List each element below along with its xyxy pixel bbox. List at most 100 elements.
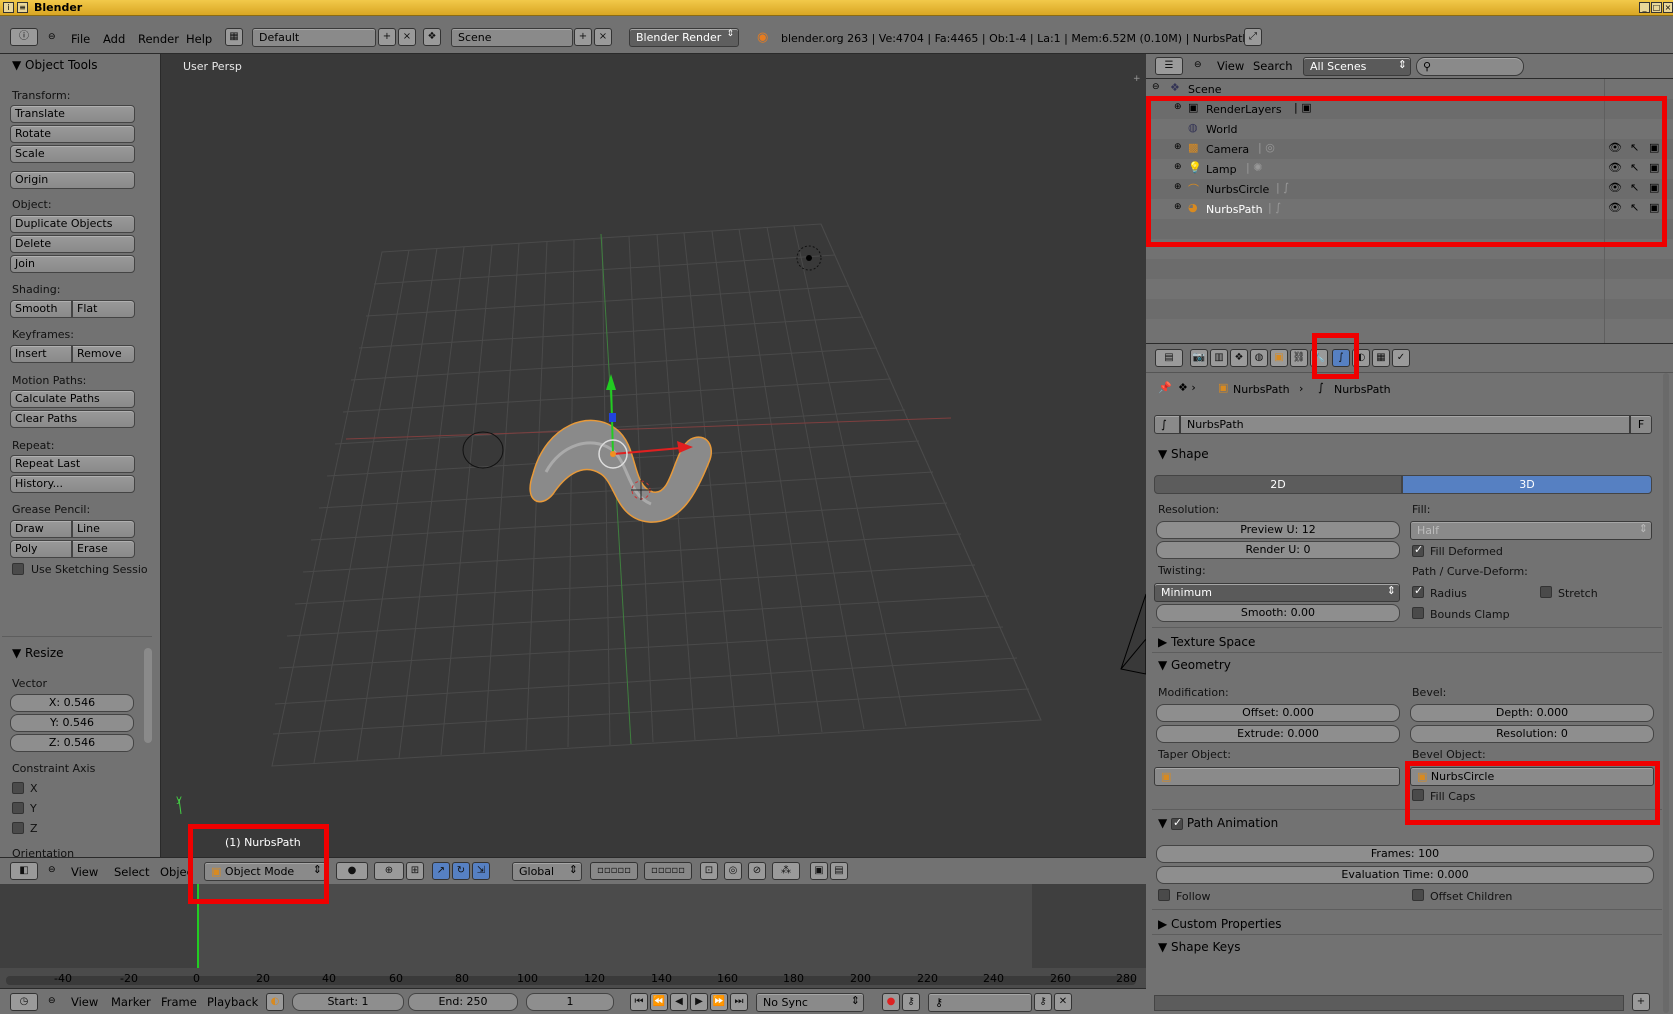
sync-mode-dropdown[interactable]: No Sync ⇕ (756, 993, 864, 1012)
add-screen-icon[interactable]: + (378, 28, 396, 46)
tab-object-icon[interactable]: ▣ (1270, 349, 1288, 367)
maximize-icon[interactable]: □ (1651, 2, 1662, 13)
tab-physics-icon[interactable]: ✓ (1392, 349, 1410, 367)
minimize-icon[interactable]: _ (1639, 2, 1650, 13)
editor-type-properties-icon[interactable]: ▤ (1155, 349, 1183, 367)
lock-camera-layers-icon[interactable]: ⊡ (700, 862, 718, 880)
curve-datablock-name-input[interactable]: NurbsPath (1180, 415, 1630, 434)
remove-keyframe-button[interactable]: Remove (72, 345, 135, 363)
delete-button[interactable]: Delete (10, 235, 135, 253)
evaluation-time-field[interactable]: Evaluation Time: 0.000 (1156, 866, 1654, 884)
rotate-button[interactable]: Rotate (10, 125, 135, 143)
scene-field[interactable]: Scene (451, 28, 573, 47)
scene-layers-row-2-icon[interactable]: ▫▫▫▫▫ (644, 862, 692, 880)
join-button[interactable]: Join (10, 255, 135, 273)
viewport-split-icon[interactable]: + (1133, 74, 1141, 84)
timeline-scrollbar[interactable] (6, 976, 1136, 985)
geometry-panel-header[interactable]: ▼ Geometry (1158, 658, 1231, 672)
curve-3d-tab[interactable]: 3D (1402, 475, 1652, 494)
constraint-y-checkbox[interactable] (12, 802, 24, 814)
menu-render[interactable]: Render (138, 32, 179, 46)
menu-add[interactable]: Add (103, 32, 125, 46)
resize-panel-header[interactable]: ▼ Resize (12, 646, 64, 660)
play-icon[interactable]: ▶ (690, 993, 708, 1011)
menu-help[interactable]: Help (186, 32, 212, 46)
flat-button[interactable]: Flat (72, 300, 135, 318)
path-animation-panel-header[interactable]: ▼ Path Animation (1158, 816, 1278, 831)
line-button[interactable]: Line (72, 520, 135, 538)
collapse-menu-icon[interactable]: ⊖ (48, 996, 56, 1006)
3d-viewport[interactable]: User Persp y + (1) NurbsPath (161, 54, 1146, 858)
display-mode-dropdown[interactable]: All Scenes ⇕ (1303, 57, 1411, 76)
menu-select[interactable]: Select (114, 865, 149, 879)
fill-mode-dropdown[interactable]: Half ⇕ (1410, 521, 1652, 540)
constraint-z-checkbox[interactable] (12, 822, 24, 834)
window-shade-icon[interactable]: ≡ (17, 2, 28, 13)
screen-layout-field[interactable]: Default (252, 28, 376, 47)
path-animation-checkbox[interactable] (1171, 816, 1184, 830)
pivot-point-icon[interactable]: ⊕ (374, 862, 404, 880)
scale-button[interactable]: Scale (10, 145, 135, 163)
collapse-menu-icon[interactable]: ⊖ (48, 32, 56, 42)
collapse-menu-icon[interactable]: ⊖ (48, 865, 56, 875)
outliner-menu-search[interactable]: Search (1253, 59, 1293, 73)
menu-view[interactable]: View (71, 865, 98, 879)
viewport-canvas[interactable]: y (161, 54, 1146, 858)
tab-constraints-icon[interactable]: ⛓ (1290, 349, 1308, 367)
snap-element-icon[interactable]: ⁂ (772, 862, 800, 880)
object-tools-panel-header[interactable]: ▼ Object Tools (12, 58, 98, 72)
nurbs-path-tube[interactable] (529, 419, 712, 523)
manipulator-scale-icon[interactable]: ⇲ (472, 862, 490, 880)
insert-keyframe-icon[interactable]: ⚷ (1034, 993, 1052, 1011)
extrude-field[interactable]: Extrude: 0.000 (1156, 725, 1400, 743)
nurbs-circle-object[interactable] (462, 431, 504, 469)
vector-z-field[interactable]: Z: 0.546 (10, 734, 134, 752)
proportional-edit-icon[interactable]: ◎ (724, 862, 742, 880)
tab-world-icon[interactable]: ◍ (1250, 349, 1268, 367)
auto-keyframe-record-icon[interactable]: ● (882, 993, 900, 1011)
outliner-search-input[interactable]: ⚲ (1416, 57, 1524, 76)
properties-scrollbar[interactable] (1663, 373, 1669, 1013)
offset-field[interactable]: Offset: 0.000 (1156, 704, 1400, 722)
tool-shelf-scrollbar[interactable] (144, 648, 152, 743)
draw-button[interactable]: Draw (10, 520, 72, 538)
window-menu-icon[interactable]: i (3, 2, 14, 13)
properties-editor[interactable]: 📌 ❖ › ▣ NurbsPath › ∫ NurbsPath ∫ NurbsP… (1146, 373, 1673, 1014)
stretch-checkbox[interactable] (1540, 586, 1552, 598)
bounds-clamp-checkbox[interactable] (1412, 607, 1424, 619)
fullscreen-icon[interactable]: ⤢ (1244, 28, 1262, 46)
path-frames-field[interactable]: Frames: 100 (1156, 845, 1654, 863)
manipulator-rotate-icon[interactable]: ↻ (452, 862, 470, 880)
duplicate-objects-button[interactable]: Duplicate Objects (10, 215, 135, 233)
keying-set-icon[interactable]: ⚷ (902, 993, 920, 1011)
shape-keys-panel-header[interactable]: ▼ Shape Keys (1158, 940, 1240, 954)
editor-type-info-icon[interactable]: ⓘ (10, 28, 38, 46)
curve-2d-tab[interactable]: 2D (1154, 475, 1402, 494)
tab-texture-icon[interactable]: ▦ (1372, 349, 1390, 367)
timeline-editor[interactable]: -40 -20 0 20 40 60 80 100 120 140 160 18… (0, 884, 1146, 1014)
repeat-last-button[interactable]: Repeat Last (10, 455, 135, 473)
twist-method-dropdown[interactable]: Minimum ⇕ (1154, 583, 1400, 602)
tab-render-layers-icon[interactable]: ▥ (1210, 349, 1228, 367)
smooth-button[interactable]: Smooth (10, 300, 72, 318)
timeline-menu-playback[interactable]: Playback (207, 995, 258, 1009)
opengl-anim-icon[interactable]: ▤ (830, 862, 848, 880)
transform-orientation-dropdown[interactable]: Global ⇕ (512, 862, 582, 881)
taper-object-field[interactable]: ▣ (1154, 767, 1400, 786)
preview-u-field[interactable]: Preview U: 12 (1156, 521, 1400, 539)
outliner-menu-view[interactable]: View (1217, 59, 1244, 73)
pin-icon[interactable]: 📌 (1158, 381, 1172, 394)
collapse-menu-icon[interactable]: ⊖ (1194, 60, 1202, 70)
vector-y-field[interactable]: Y: 0.546 (10, 714, 134, 732)
lamp-object[interactable] (796, 245, 822, 271)
origin-button[interactable]: Origin (10, 171, 135, 189)
close-icon[interactable]: × (1663, 2, 1673, 13)
curve-datablock-browse-icon[interactable]: ∫ (1154, 415, 1180, 434)
shape-panel-header[interactable]: ▼ Shape (1158, 447, 1209, 461)
bevel-depth-field[interactable]: Depth: 0.000 (1410, 704, 1654, 722)
timeline-menu-marker[interactable]: Marker (111, 995, 151, 1009)
active-keying-set-field[interactable]: ⚷ (928, 993, 1032, 1012)
add-shape-key-icon[interactable]: + (1632, 993, 1650, 1011)
vector-x-field[interactable]: X: 0.546 (10, 694, 134, 712)
translate-button[interactable]: Translate (10, 105, 135, 123)
